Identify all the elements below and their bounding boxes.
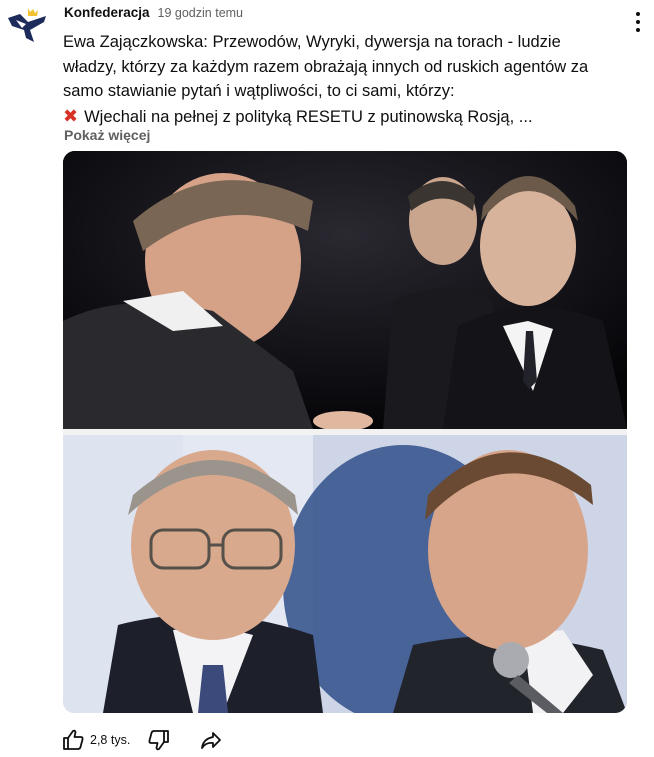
post-actions: 2,8 tys. <box>58 724 226 756</box>
photo-top-graphic <box>63 151 627 429</box>
photo-top <box>63 151 627 429</box>
photo-bottom-graphic <box>63 435 627 713</box>
thumb-down-icon <box>148 730 170 751</box>
post-text-line: ✖ Wjechali na pełnej z polityką RESETU z … <box>63 104 643 130</box>
like-button[interactable] <box>58 725 88 755</box>
share-arrow-icon <box>201 732 222 749</box>
post-timestamp[interactable]: 19 godzin temu <box>158 6 243 20</box>
post-text-line: władzy, którzy za każdym razem obrażają … <box>63 57 589 76</box>
share-button[interactable] <box>196 725 226 755</box>
post-text-line: samo stawianie pytań i wątpliwości, to c… <box>63 82 455 100</box>
dislike-button[interactable] <box>144 725 174 755</box>
photo-bottom <box>63 435 627 713</box>
cross-mark-icon: ✖ <box>63 105 79 126</box>
post-text: Ewa Zajączkowska: Przewodów, Wyryki, dyw… <box>63 30 643 129</box>
thumb-up-icon <box>63 729 84 750</box>
post-text-line: Ewa Zajączkowska: Przewodów, Wyryki, dyw… <box>63 33 561 51</box>
post-image[interactable] <box>63 151 627 713</box>
like-count: 2,8 tys. <box>90 733 131 747</box>
show-more-link[interactable]: Pokaż więcej <box>64 127 150 143</box>
post-header: Konfederacja 19 godzin temu <box>64 5 243 23</box>
konfederacja-logo-icon <box>8 8 46 42</box>
post-text-line-content: Wjechali na pełnej z polityką RESETU z p… <box>84 107 533 126</box>
channel-avatar[interactable] <box>6 4 48 46</box>
channel-name[interactable]: Konfederacja <box>64 5 150 20</box>
